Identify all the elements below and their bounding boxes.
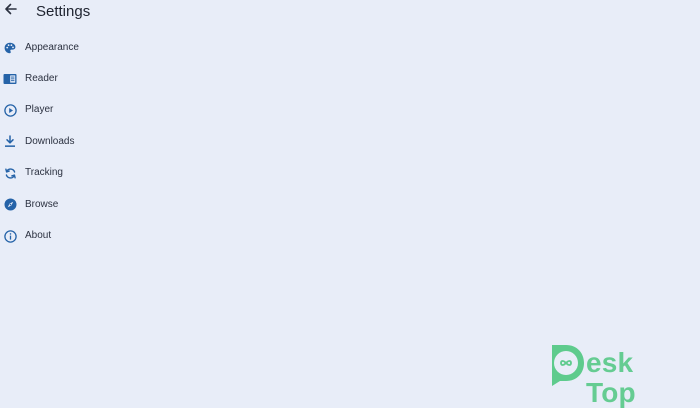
- settings-item-appearance[interactable]: Appearance: [0, 32, 260, 63]
- back-button[interactable]: [2, 2, 20, 20]
- play-circle-icon: [3, 103, 17, 117]
- compass-icon: [3, 198, 17, 212]
- info-icon: [3, 229, 17, 243]
- desktop-watermark: esk Top: [546, 341, 691, 408]
- settings-item-label: Reader: [25, 73, 58, 85]
- settings-item-player[interactable]: Player: [0, 95, 260, 126]
- download-icon: [3, 135, 17, 149]
- palette-icon: [3, 41, 17, 55]
- top-app-bar: Settings: [0, 0, 700, 26]
- watermark-text: esk Top: [586, 347, 636, 408]
- back-arrow-icon: [3, 1, 19, 22]
- settings-item-label: Appearance: [25, 41, 79, 53]
- settings-item-label: Downloads: [25, 135, 75, 147]
- settings-item-label: Tracking: [25, 167, 63, 179]
- book-icon: [3, 72, 17, 86]
- page-title: Settings: [36, 3, 91, 20]
- sync-icon: [3, 166, 17, 180]
- settings-item-downloads[interactable]: Downloads: [0, 126, 260, 157]
- settings-item-label: About: [25, 230, 52, 242]
- settings-item-reader[interactable]: Reader: [0, 63, 260, 94]
- settings-item-label: Player: [25, 104, 54, 116]
- settings-item-label: Browse: [25, 198, 59, 210]
- settings-item-browse[interactable]: Browse: [0, 189, 260, 220]
- settings-menu: Appearance Reader Player Downloads Track…: [0, 32, 260, 252]
- settings-item-about[interactable]: About: [0, 220, 260, 251]
- settings-item-tracking[interactable]: Tracking: [0, 158, 260, 189]
- desktop-logo-icon: [546, 341, 586, 387]
